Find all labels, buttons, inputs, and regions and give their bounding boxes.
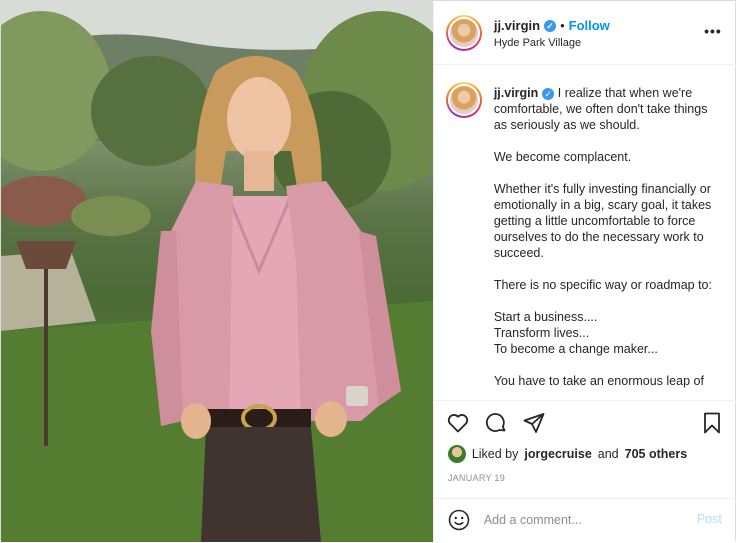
separator-dot: •: [560, 18, 565, 33]
author-line: jj.virgin ✓ • Follow: [494, 18, 610, 33]
share-icon[interactable]: [522, 411, 546, 435]
instagram-post: jj.virgin ✓ • Follow Hyde Park Village •…: [0, 0, 736, 543]
likes-prefix: Liked by: [471, 447, 519, 461]
comment-icon[interactable]: [484, 411, 508, 435]
post-comment-button[interactable]: Post: [697, 512, 722, 526]
comment-input[interactable]: [483, 510, 674, 530]
comment-bar: Post: [433, 498, 736, 543]
bookmark-icon[interactable]: [700, 411, 724, 435]
liker-username[interactable]: jorgecruise: [524, 447, 591, 461]
caption-verified-badge-icon: ✓: [542, 87, 555, 100]
caption-avatar[interactable]: [445, 82, 482, 118]
post-photo[interactable]: [1, 1, 433, 542]
likes-others-link[interactable]: 705 others: [625, 447, 688, 461]
post-actions: Liked by jorgecruise and 705 others JANU…: [433, 400, 736, 543]
likes-line: Liked by jorgecruise and 705 others: [447, 445, 688, 463]
post-header: jj.virgin ✓ • Follow Hyde Park Village •…: [433, 1, 736, 65]
caption-body: I realize that when we're comfortable, w…: [493, 86, 712, 388]
verified-badge-icon: ✓: [544, 19, 557, 32]
follow-button[interactable]: Follow: [569, 18, 610, 33]
likes-connector: and: [597, 447, 619, 461]
author-username[interactable]: jj.virgin: [494, 18, 540, 33]
post-date[interactable]: JANUARY 19: [448, 473, 505, 483]
action-icons: [446, 411, 546, 435]
emoji-icon[interactable]: [448, 509, 470, 531]
photo-illustration: [1, 1, 433, 542]
caption-text-block: jj.virgin ✓ I realize that when we're com…: [494, 85, 724, 389]
liker-avatar[interactable]: [447, 445, 466, 463]
caption-username[interactable]: jj.virgin: [494, 86, 538, 100]
more-options-icon[interactable]: •••: [704, 23, 722, 39]
caption-area: jj.virgin ✓ I realize that when we're com…: [434, 66, 736, 400]
post-location[interactable]: Hyde Park Village: [494, 37, 581, 49]
heart-icon[interactable]: [446, 411, 470, 435]
post-side-panel: jj.virgin ✓ • Follow Hyde Park Village •…: [432, 1, 736, 543]
author-avatar[interactable]: [445, 15, 482, 51]
